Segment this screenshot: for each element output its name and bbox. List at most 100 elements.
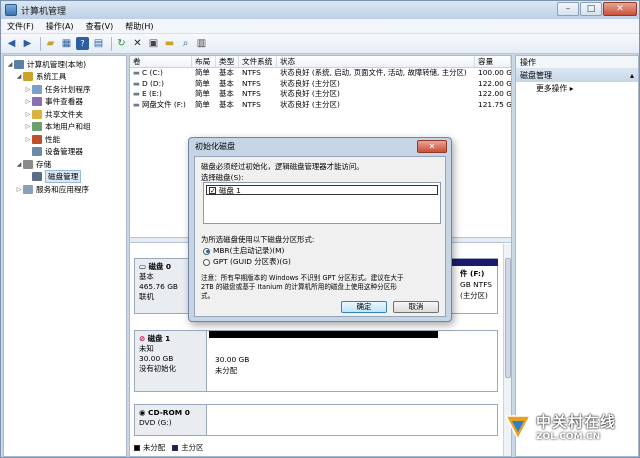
gpt-option[interactable]: GPT (GUID 分区表)(G)	[203, 256, 291, 267]
help-icon[interactable]: ?	[76, 37, 89, 50]
maximize-button[interactable]: □	[580, 2, 602, 16]
watermark-brand: 中关村在线	[536, 413, 617, 431]
volume-row[interactable]: ▬ C (C:) 简单 基本 NTFS 状态良好 (系统, 启动, 页面文件, 活动, 故…	[130, 68, 511, 79]
ok-button[interactable]: 确定	[341, 301, 387, 313]
scheduler-icon	[32, 84, 42, 94]
cdrom-0-row[interactable]: ◉ CD-ROM 0 DVD (G:)	[134, 404, 498, 436]
refresh-icon[interactable]: ↻	[115, 37, 128, 50]
disk-list-item-label: 磁盘 1	[219, 185, 241, 195]
volume-row[interactable]: ▬ D (D:) 简单 基本 NTFS 状态良好 (主分区) 122.00 G	[130, 79, 511, 90]
tree-node-label: 性能	[45, 134, 61, 144]
volume-cell: 简单	[195, 68, 210, 77]
tree-node[interactable]: ◢ 系统工具	[4, 71, 126, 84]
tree-node[interactable]: 磁盘管理	[4, 170, 126, 184]
console-tree: ◢ 计算机管理(本地) ◢ 系统工具 ▷ 任务计划程序 ▷ 事件查看器 ▷ 共享文件夹 ▷ 本地用户和…	[3, 55, 127, 457]
tree-node[interactable]: ▷ 服务和应用程序	[4, 183, 126, 196]
mbr-option-label: MBR(主启动记录)(M)	[213, 246, 285, 255]
tree-node[interactable]: ▷ 任务计划程序	[4, 83, 126, 96]
forward-arrow-icon[interactable]: ▶	[21, 37, 34, 50]
tree-node[interactable]: 设备管理器	[4, 146, 126, 159]
disk-list-item[interactable]: ✓ 磁盘 1	[206, 185, 438, 195]
up-folder-icon[interactable]: ▰	[44, 37, 57, 50]
back-arrow-icon[interactable]: ◀	[5, 37, 18, 50]
actions-header: 操作	[516, 56, 638, 69]
services-icon	[23, 184, 33, 194]
tree-node-label: 磁盘管理	[45, 170, 82, 184]
collapsed-arrow-icon[interactable]: ▷	[24, 98, 32, 105]
disk-icon[interactable]: ▥	[195, 37, 208, 50]
tree-node[interactable]: ▷ 共享文件夹	[4, 108, 126, 121]
initialize-disk-dialog: 初始化磁盘 ✕ 磁盘必须经过初始化，逻辑磁盘管理器才能访问。 选择磁盘(S): …	[188, 137, 452, 322]
disk-select-list[interactable]: ✓ 磁盘 1	[203, 182, 441, 224]
disk-1-info: ⊘ 磁盘 1 未知 30.00 GB 没有初始化	[135, 331, 207, 391]
volume-row[interactable]: ▬ E (E:) 简单 基本 NTFS 状态良好 (主分区) 122.00 G	[130, 89, 511, 100]
dialog-close-button[interactable]: ✕	[417, 140, 447, 153]
find-icon[interactable]: ⌕	[179, 37, 192, 50]
col-type[interactable]: 类型	[216, 56, 239, 67]
more-actions-link[interactable]: 更多操作 ▸	[516, 82, 638, 95]
submenu-arrow-icon: ▸	[569, 84, 574, 93]
col-status[interactable]: 状态	[277, 56, 475, 67]
tree-node-label: 事件查看器	[45, 97, 83, 107]
menu-bar: 文件(F) 操作(A) 查看(V) 帮助(H)	[1, 19, 639, 34]
collapse-icon[interactable]: ▴	[630, 69, 634, 82]
collapsed-arrow-icon[interactable]: ▷	[24, 123, 32, 130]
expanded-arrow-icon[interactable]: ◢	[15, 73, 23, 80]
tree-node-label: 任务计划程序	[45, 84, 91, 94]
scrollbar-thumb[interactable]	[505, 258, 511, 378]
volume-name: E (E:)	[141, 89, 162, 98]
properties-sheet-icon[interactable]: ▣	[147, 37, 160, 50]
tree-node-label: 存储	[36, 159, 52, 169]
collapsed-arrow-icon[interactable]: ▷	[24, 136, 32, 143]
volume-icon: ▬	[133, 89, 140, 98]
menu-action[interactable]: 操作(A)	[40, 21, 80, 32]
gpt-radio[interactable]	[203, 258, 210, 266]
mbr-radio[interactable]	[203, 247, 210, 255]
col-volume[interactable]: 卷	[130, 56, 192, 67]
console-tree-icon[interactable]: ▦	[60, 37, 73, 50]
title-bar[interactable]: 计算机管理 – □ ✕	[1, 1, 639, 19]
disk-0-name: 磁盘 0	[148, 262, 172, 271]
cancel-button[interactable]: 取消	[393, 301, 439, 313]
disk-1-row[interactable]: ⊘ 磁盘 1 未知 30.00 GB 没有初始化 30.00 GB 未分配	[134, 330, 498, 392]
menu-help[interactable]: 帮助(H)	[119, 21, 159, 32]
delete-icon[interactable]: ✕	[131, 37, 144, 50]
disk-icon: ▭	[139, 262, 149, 271]
collapsed-arrow-icon[interactable]: ◢	[6, 61, 14, 68]
tree-node[interactable]: ◢ 计算机管理(本地)	[4, 58, 126, 71]
watermark: 中关村在线 ZOL.COM.CN	[503, 411, 616, 442]
zol-logo-icon	[504, 414, 532, 441]
tools-icon	[23, 72, 33, 82]
open-icon[interactable]: ▬	[163, 37, 176, 50]
mbr-option[interactable]: MBR(主启动记录)(M)	[203, 245, 284, 256]
properties-icon[interactable]: ▤	[92, 37, 105, 50]
volume-row[interactable]: ▬ 网盘文件 (F:) 简单 基本 NTFS 状态良好 (主分区) 121.75 G	[130, 100, 511, 111]
users-icon	[32, 122, 42, 132]
col-capacity[interactable]: 容量	[475, 56, 511, 67]
device-icon	[32, 147, 42, 157]
legend-unallocated-swatch	[134, 444, 140, 451]
tree-node[interactable]: ▷ 本地用户和组	[4, 121, 126, 134]
toolbar-separator	[111, 36, 112, 51]
minimize-button[interactable]: –	[557, 2, 579, 16]
legend-primary-label: 主分区	[181, 443, 204, 452]
actions-section[interactable]: 磁盘管理 ▴	[516, 69, 638, 82]
tree-node[interactable]: ◢ 存储	[4, 158, 126, 171]
app-icon	[5, 4, 17, 16]
col-filesystem[interactable]: 文件系统	[239, 56, 277, 67]
disk-1-checkbox[interactable]: ✓	[209, 186, 216, 194]
menu-view[interactable]: 查看(V)	[80, 21, 120, 32]
col-layout[interactable]: 布局	[192, 56, 216, 67]
close-button[interactable]: ✕	[603, 2, 637, 16]
collapsed-arrow-icon[interactable]: ▷	[24, 111, 32, 118]
disk-management-icon	[32, 172, 42, 182]
expanded-arrow-icon[interactable]: ◢	[15, 161, 23, 168]
menu-file[interactable]: 文件(F)	[1, 21, 40, 32]
tree-node[interactable]: ▷ 事件查看器	[4, 96, 126, 109]
collapsed-arrow-icon[interactable]: ▷	[24, 86, 32, 93]
cdrom-0-info: ◉ CD-ROM 0 DVD (G:)	[135, 405, 207, 435]
disk-1-partition-status: 未分配	[215, 366, 238, 375]
tree-node[interactable]: ▷ 性能	[4, 133, 126, 146]
volume-cell: ▬ C (C:)	[130, 68, 192, 79]
collapsed-arrow-icon[interactable]: ▷	[15, 186, 23, 193]
